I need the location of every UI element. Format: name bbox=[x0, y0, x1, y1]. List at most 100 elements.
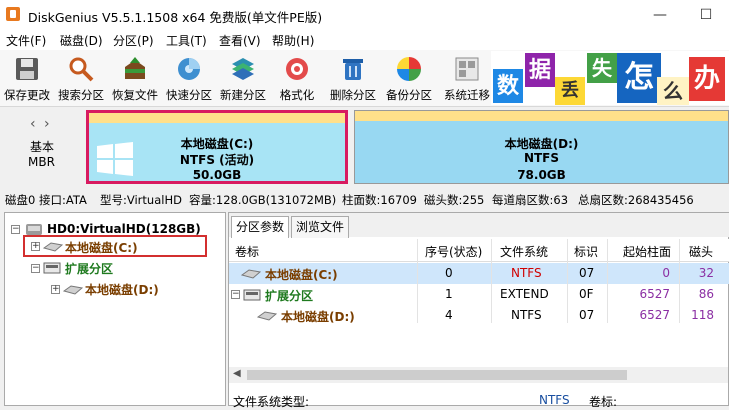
row-label: 本地磁盘(C:) bbox=[265, 268, 338, 282]
partition-d-fs: NTFS bbox=[523, 151, 560, 165]
tree-partition-c[interactable]: 本地磁盘(C:) bbox=[65, 239, 138, 256]
recover-files-button[interactable]: 恢复文件 bbox=[108, 52, 162, 104]
tree-partition-d[interactable]: 本地磁盘(D:) bbox=[85, 281, 159, 298]
partition-block-c[interactable]: 本地磁盘(C:) NTFS (活动) 50.0GB bbox=[86, 110, 348, 184]
table-row[interactable]: 本地磁盘(D:) 4 NTFS 07 6527 118 bbox=[229, 305, 729, 326]
delete-icon bbox=[343, 59, 363, 80]
expand-c-toggle[interactable]: + bbox=[31, 242, 40, 251]
delete-partition-button[interactable]: 删除分区 bbox=[326, 52, 380, 104]
backup-partition-label: 备份分区 bbox=[386, 88, 432, 102]
search-icon bbox=[69, 57, 94, 82]
window-title: DiskGenius V5.5.1.1508 x64 免费版(单文件PE版) bbox=[28, 10, 323, 25]
tree-extended-partition[interactable]: 扩展分区 bbox=[65, 260, 113, 277]
app-icon bbox=[6, 7, 20, 21]
collapse-extended-row-toggle[interactable]: − bbox=[231, 290, 240, 299]
format-button[interactable]: 格式化 bbox=[270, 52, 324, 104]
title-bar: DiskGenius V5.5.1.1508 x64 免费版(单文件PE版) —… bbox=[0, 0, 729, 30]
column-divider bbox=[607, 239, 608, 323]
row-head: 32 bbox=[698, 266, 714, 280]
disk-heads: 磁头数:255 bbox=[424, 193, 485, 207]
partition-block-d[interactable]: 本地磁盘(D:) NTFS 78.0GB bbox=[354, 110, 729, 184]
disk-capacity: 容量:128.0GB(131072MB) bbox=[189, 193, 337, 207]
disk-interface: 磁盘0 接口:ATA bbox=[5, 193, 87, 207]
system-migrate-button[interactable]: 系统迁移 bbox=[440, 52, 494, 104]
backup-partition-button[interactable]: 备份分区 bbox=[382, 52, 436, 104]
col-index[interactable]: 序号(状态) bbox=[425, 243, 482, 260]
row-start: 6527 bbox=[639, 308, 670, 322]
column-divider bbox=[567, 239, 568, 323]
migrate-icon bbox=[455, 57, 479, 81]
ad-banner[interactable]: 数 据 丢 失 怎 么 办 bbox=[491, 51, 729, 105]
col-filesystem[interactable]: 文件系统 bbox=[500, 243, 548, 260]
ad-char: 怎 bbox=[617, 53, 661, 103]
detail-panel: 分区参数 浏览文件 卷标 序号(状态) 文件系统 标识 起始柱面 磁头 本地磁盘… bbox=[228, 212, 729, 409]
backup-icon bbox=[397, 57, 421, 81]
row-start: 6527 bbox=[639, 287, 670, 301]
row-head: 118 bbox=[691, 308, 714, 322]
menu-view[interactable]: 查看(V) bbox=[219, 32, 261, 49]
scrollbar-thumb[interactable] bbox=[247, 370, 627, 380]
col-start-cylinder[interactable]: 起始柱面 bbox=[623, 243, 671, 260]
row-id: 07 bbox=[579, 266, 595, 280]
column-divider bbox=[679, 239, 680, 323]
tab-browse-files[interactable]: 浏览文件 bbox=[291, 216, 350, 238]
partition-scheme-label: MBR bbox=[28, 155, 55, 169]
col-id[interactable]: 标识 bbox=[574, 243, 598, 260]
scroll-left-icon[interactable]: ◀ bbox=[233, 368, 241, 379]
partition-d-name: 本地磁盘(D:) bbox=[504, 137, 579, 151]
next-disk-arrow[interactable]: › bbox=[44, 116, 50, 132]
partition-c-name: 本地磁盘(C:) bbox=[180, 137, 254, 151]
partition-c-size: 50.0GB bbox=[192, 168, 242, 182]
minimize-button[interactable]: — bbox=[637, 0, 683, 30]
format-icon bbox=[286, 58, 308, 80]
maximize-button[interactable]: ☐ bbox=[683, 0, 729, 30]
fs-info-bar: 文件系统类型: NTFS 卷标: bbox=[229, 391, 728, 409]
tab-partition-params[interactable]: 分区参数 bbox=[231, 216, 290, 238]
col-head[interactable]: 磁头 bbox=[689, 243, 713, 260]
horizontal-scrollbar[interactable]: ◀ bbox=[229, 367, 728, 383]
prev-disk-arrow[interactable]: ‹ bbox=[30, 116, 36, 132]
new-partition-icon bbox=[232, 58, 254, 80]
disk-model: 型号:VirtualHD bbox=[100, 193, 182, 207]
disk-cylinders: 柱面数:16709 bbox=[342, 193, 417, 207]
column-divider bbox=[417, 239, 418, 323]
menu-help[interactable]: 帮助(H) bbox=[272, 32, 314, 49]
collapse-disk-toggle[interactable]: − bbox=[11, 225, 20, 234]
table-row[interactable]: 本地磁盘(C:) 0 NTFS 07 0 32 bbox=[229, 263, 729, 284]
disk-map: ‹ › 基本 MBR 本地磁盘(C:) NTFS (活动) 50.0GB 本地磁… bbox=[0, 107, 729, 187]
menu-disk[interactable]: 磁盘(D) bbox=[60, 32, 103, 49]
collapse-extended-toggle[interactable]: − bbox=[31, 264, 40, 273]
menu-file[interactable]: 文件(F) bbox=[6, 32, 46, 49]
disk-info-bar: 磁盘0 接口:ATA 型号:VirtualHD 容量:128.0GB(13107… bbox=[0, 188, 729, 210]
ad-char: 办 bbox=[689, 57, 725, 101]
search-partition-button[interactable]: 搜索分区 bbox=[54, 52, 108, 104]
disk-sectors-per-track: 每道扇区数:63 bbox=[492, 193, 569, 207]
partition-c-fs: NTFS (活动) bbox=[179, 153, 255, 167]
disk-total-sectors: 总扇区数:268435456 bbox=[578, 193, 694, 207]
disk-tree: − HD0:VirtualHD(128GB) + 本地磁盘(C:) − 扩展分区… bbox=[4, 212, 226, 406]
partition-icon bbox=[63, 285, 83, 295]
ad-char: 据 bbox=[525, 53, 555, 87]
partition-icon bbox=[43, 242, 63, 252]
partition-icon bbox=[241, 269, 261, 279]
recover-icon bbox=[125, 57, 145, 79]
disk-type-panel: ‹ › 基本 MBR bbox=[0, 107, 84, 187]
menu-tools[interactable]: 工具(T) bbox=[166, 32, 207, 49]
partition-d-size: 78.0GB bbox=[517, 168, 566, 182]
col-volume-label[interactable]: 卷标 bbox=[235, 243, 259, 260]
tree-disk-node[interactable]: HD0:VirtualHD(128GB) bbox=[47, 222, 201, 236]
row-start: 0 bbox=[662, 266, 670, 280]
expand-d-toggle[interactable]: + bbox=[51, 285, 60, 294]
row-id: 07 bbox=[579, 308, 595, 322]
ad-char: 数 bbox=[493, 69, 523, 103]
new-partition-button[interactable]: 新建分区 bbox=[216, 52, 270, 104]
menu-partition[interactable]: 分区(P) bbox=[113, 32, 154, 49]
extended-partition-icon bbox=[243, 289, 261, 301]
save-button[interactable]: 保存更改 bbox=[0, 52, 54, 104]
row-fs: NTFS bbox=[511, 308, 542, 322]
column-divider bbox=[491, 239, 492, 323]
row-id: 0F bbox=[579, 287, 594, 301]
quick-partition-button[interactable]: 快速分区 bbox=[162, 52, 216, 104]
table-row[interactable]: − 扩展分区 1 EXTEND 0F 6527 86 bbox=[229, 284, 729, 305]
ad-char: 丢 bbox=[555, 77, 585, 105]
